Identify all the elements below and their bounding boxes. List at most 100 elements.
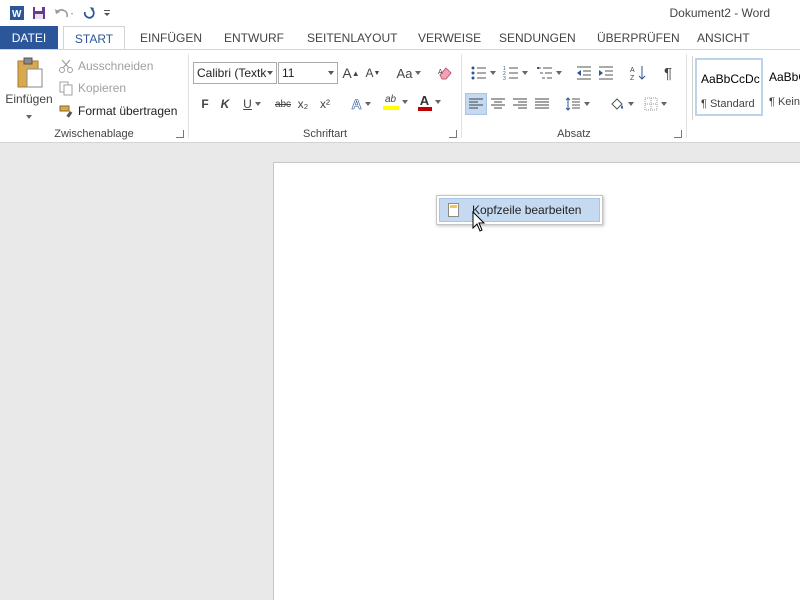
style-no-spacing[interactable]: AaBbC ¶ Kein	[765, 58, 800, 116]
style-sample: AaBbCcDc	[701, 72, 760, 86]
shading-button[interactable]	[606, 94, 636, 114]
svg-text:3: 3	[503, 76, 506, 80]
sort-button[interactable]: AZ	[628, 63, 648, 83]
tab-ansicht[interactable]: ANSICHT	[697, 26, 750, 50]
document-page[interactable]	[273, 162, 800, 600]
undo-icon[interactable]	[50, 3, 78, 23]
paragraph-group-label: Absatz	[557, 128, 591, 140]
paste-icon	[17, 57, 43, 88]
customize-icon[interactable]	[100, 3, 114, 23]
shrink-font-button[interactable]: A ▼	[364, 63, 382, 83]
align-left-button[interactable]	[465, 93, 487, 115]
ribbon-tabs: DATEI START EINFÜGEN ENTWURF SEITENLAYOU…	[0, 26, 800, 51]
tab-sendungen[interactable]: SENDUNGEN	[499, 26, 576, 50]
style-name: ¶ Kein	[769, 96, 800, 108]
bullets-button[interactable]	[468, 63, 498, 83]
clear-formatting-button[interactable]: A	[435, 63, 455, 83]
tab-start[interactable]: START	[63, 26, 125, 51]
tab-ueberpruefen[interactable]: ÜBERPRÜFEN	[597, 26, 680, 50]
align-center-button[interactable]	[488, 94, 508, 114]
format-painter-button[interactable]: Format übertragen	[58, 101, 177, 121]
font-size-value: 11	[282, 66, 295, 80]
copy-label: Kopieren	[78, 81, 127, 95]
line-spacing-icon	[565, 97, 580, 111]
format-painter-label: Format übertragen	[78, 104, 178, 118]
italic-button[interactable]: K	[217, 94, 233, 114]
svg-text:Z: Z	[630, 75, 635, 81]
justify-button[interactable]	[532, 94, 552, 114]
underline-button[interactable]: U	[239, 94, 265, 114]
multilevel-list-icon	[536, 67, 552, 79]
font-group: Calibri (Textk 11 A ▲ A ▼ Aa A F K U abc x…	[189, 50, 461, 142]
clipboard-group-label: Zwischenablage	[54, 128, 134, 140]
superscript-button[interactable]: x²	[317, 94, 333, 114]
shrink-font-label: A	[365, 66, 374, 80]
increase-indent-button[interactable]	[596, 63, 616, 83]
show-marks-button[interactable]: ¶	[658, 63, 678, 83]
tab-verweise[interactable]: VERWEISE	[418, 26, 481, 50]
style-standard[interactable]: AaBbCcDc ¶ Standard	[695, 58, 763, 116]
font-color-button[interactable]: A	[415, 92, 443, 112]
save-icon[interactable]	[28, 3, 50, 23]
group-divider	[686, 54, 687, 138]
copy-icon	[59, 81, 73, 96]
grow-font-button[interactable]: A ▲	[342, 63, 360, 83]
cut-label: Ausschneiden	[78, 59, 154, 73]
tab-entwurf[interactable]: ENTWURF	[224, 26, 284, 50]
clipboard-launcher-icon[interactable]	[176, 130, 184, 138]
change-case-label: Aa	[396, 65, 413, 81]
paste-button[interactable]: Einfügen	[4, 56, 54, 120]
document-workspace	[0, 143, 800, 600]
paste-dropdown-icon[interactable]	[4, 108, 54, 122]
highlight-button[interactable]: ab	[379, 92, 411, 112]
copy-button[interactable]: Kopieren	[58, 78, 126, 98]
ribbon: Einfügen Ausschneiden Kopieren Format üb…	[0, 49, 800, 143]
svg-text:A: A	[438, 69, 443, 76]
page-header-icon	[448, 203, 459, 217]
align-right-icon	[513, 98, 527, 109]
redo-icon[interactable]	[78, 3, 100, 23]
borders-button[interactable]	[640, 94, 670, 114]
subscript-button[interactable]: x₂	[295, 94, 311, 114]
styles-gallery: AaBbCcDc ¶ Standard AaBbC ¶ Kein	[692, 56, 800, 120]
tab-seitenlayout[interactable]: SEITENLAYOUT	[307, 26, 397, 50]
align-right-button[interactable]	[510, 94, 530, 114]
numbering-button[interactable]: 123	[500, 63, 530, 83]
align-center-icon	[491, 98, 505, 109]
highlight-swatch	[382, 106, 399, 110]
cut-button[interactable]: Ausschneiden	[58, 56, 153, 76]
font-color-swatch	[417, 106, 432, 111]
font-name-combo[interactable]: Calibri (Textk	[193, 62, 277, 84]
multilevel-list-button[interactable]	[534, 63, 564, 83]
font-size-dropdown-icon[interactable]	[328, 71, 334, 75]
change-case-button[interactable]: Aa	[392, 63, 426, 83]
numbered-list-icon: 123	[503, 66, 518, 80]
title-bar: W Dokument2 - Word	[0, 0, 800, 26]
context-menu: Kopfzeile bearbeiten	[436, 195, 603, 225]
grow-font-label: A	[342, 65, 352, 81]
word-logo-icon[interactable]: W	[6, 3, 28, 23]
eraser-icon: A	[438, 67, 452, 80]
text-effects-button[interactable]: A	[347, 94, 375, 114]
bullet-list-icon	[471, 66, 486, 80]
quick-access-toolbar: W	[6, 3, 114, 23]
font-name-value: Calibri (Textk	[197, 66, 267, 80]
tab-datei[interactable]: DATEI	[0, 26, 58, 50]
justify-icon	[535, 98, 549, 109]
decrease-indent-icon	[577, 66, 591, 80]
bold-button[interactable]: F	[197, 94, 213, 114]
svg-text:A: A	[630, 67, 635, 74]
mouse-cursor-icon	[472, 211, 486, 232]
font-launcher-icon[interactable]	[449, 130, 457, 138]
style-sample: AaBbC	[769, 70, 800, 84]
paint-bucket-icon	[610, 98, 623, 110]
paragraph-launcher-icon[interactable]	[674, 130, 682, 138]
strikethrough-button[interactable]: abc	[273, 94, 293, 114]
font-group-label: Schriftart	[302, 128, 347, 140]
font-size-combo[interactable]: 11	[278, 62, 338, 84]
tab-einfuegen[interactable]: EINFÜGEN	[140, 26, 202, 50]
decrease-indent-button[interactable]	[574, 63, 594, 83]
line-spacing-button[interactable]	[562, 94, 592, 114]
font-name-dropdown-icon[interactable]	[267, 71, 273, 75]
context-menu-item-edit-header[interactable]: Kopfzeile bearbeiten	[439, 198, 600, 222]
